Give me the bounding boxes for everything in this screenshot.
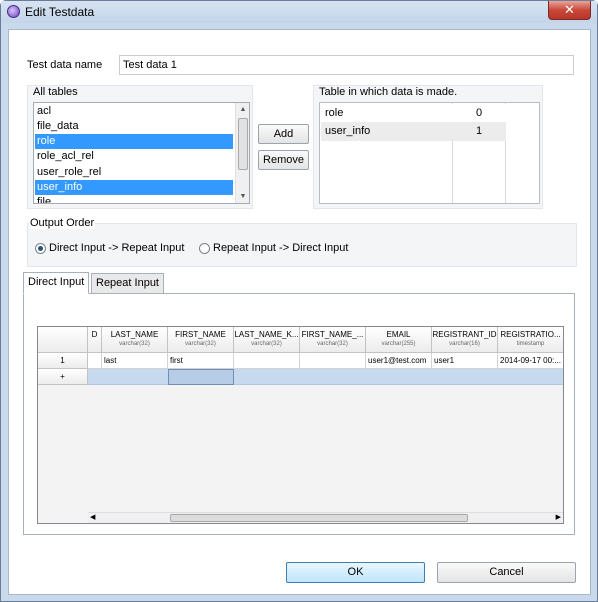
made-table-count: 1 (476, 125, 483, 137)
new-row-header[interactable]: + (38, 369, 88, 385)
scroll-left-arrow-icon[interactable]: ◀ (90, 513, 95, 521)
made-tables-grid[interactable]: role 0 user_info 1 (319, 102, 540, 204)
table-cell[interactable] (300, 353, 366, 369)
table-cell[interactable]: user1@test.com (366, 353, 432, 369)
radio-direct-first[interactable] (35, 243, 46, 254)
add-button[interactable]: Add (258, 124, 309, 144)
made-table-name: user_info (325, 125, 371, 137)
list-item-user-role-rel[interactable]: user_role_rel (35, 165, 233, 180)
new-row[interactable] (88, 369, 563, 385)
table-cell[interactable]: last (102, 353, 168, 369)
tab-repeat-input[interactable]: Repeat Input (91, 273, 164, 293)
test-data-name-input[interactable]: Test data 1 (119, 55, 574, 75)
grid-corner (38, 327, 88, 353)
scroll-thumb[interactable] (238, 118, 248, 170)
data-grid[interactable]: D LAST_NAME varchar(32) FIRST_NAME varch… (37, 326, 564, 524)
table-cell[interactable]: first (168, 353, 234, 369)
grid-horizontal-scrollbar[interactable]: ◀ ▶ (88, 512, 563, 523)
column-header[interactable]: FIRST_NAME_... varchar(32) (300, 327, 366, 353)
horizontal-scroll-thumb[interactable] (170, 514, 468, 522)
table-cell[interactable] (234, 353, 300, 369)
list-item-acl[interactable]: acl (35, 104, 233, 119)
column-header[interactable]: REGISTRANT_ID varchar(16) (432, 327, 498, 353)
column-header[interactable]: FIRST_NAME varchar(32) (168, 327, 234, 353)
tab-direct-input[interactable]: Direct Input (23, 272, 90, 294)
column-header[interactable]: REGISTRATIO... timestamp (498, 327, 563, 353)
edit-testdata-window: Edit Testdata ✕ Test data name Test data… (0, 0, 598, 602)
radio-direct-first-label[interactable]: Direct Input -> Repeat Input (49, 242, 184, 254)
column-header[interactable]: LAST_NAME varchar(32) (102, 327, 168, 353)
made-tables-label: Table in which data is made. (319, 86, 458, 98)
ok-button[interactable]: OK (286, 562, 425, 583)
made-table-count: 0 (476, 107, 483, 119)
scroll-right-arrow-icon[interactable]: ▶ (556, 513, 561, 521)
table-cell[interactable]: user1 (432, 353, 498, 369)
app-icon (7, 5, 20, 18)
remove-button[interactable]: Remove (258, 150, 309, 170)
column-header[interactable]: D (88, 327, 102, 353)
title-bar: Edit Testdata ✕ (1, 1, 597, 23)
all-tables-label: All tables (33, 86, 78, 98)
list-item-user-info[interactable]: user_info (35, 180, 233, 195)
made-table-name: role (325, 107, 344, 119)
window-title: Edit Testdata (25, 5, 95, 19)
list-item-role-acl-rel[interactable]: role_acl_rel (35, 149, 233, 164)
made-table-row[interactable]: user_info 1 (321, 122, 506, 141)
table-cell[interactable]: 2014-09-17 00:... (498, 353, 563, 369)
table-cell[interactable] (88, 353, 102, 369)
column-header[interactable]: LAST_NAME_K... varchar(32) (234, 327, 300, 353)
selected-cell[interactable] (168, 369, 234, 385)
list-item-file-data[interactable]: file_data (35, 119, 233, 134)
list-item-file[interactable]: file (35, 195, 233, 203)
column-header[interactable]: EMAIL varchar(255) (366, 327, 432, 353)
scroll-up-arrow-icon[interactable]: ▲ (236, 103, 249, 116)
scroll-down-arrow-icon[interactable]: ▼ (236, 190, 249, 203)
radio-repeat-first[interactable] (199, 243, 210, 254)
list-scrollbar[interactable]: ▲ ▼ (235, 103, 249, 203)
dialog-body: Test data name Test data 1 All tables ac… (8, 29, 591, 595)
cancel-button[interactable]: Cancel (437, 562, 576, 583)
tab-panel-direct-input: D LAST_NAME varchar(32) FIRST_NAME varch… (23, 293, 575, 535)
list-item-role[interactable]: role (35, 134, 233, 149)
radio-repeat-first-label[interactable]: Repeat Input -> Direct Input (213, 242, 348, 254)
made-table-row[interactable]: role 0 (321, 104, 506, 123)
row-header[interactable]: 1 (38, 353, 88, 369)
output-order-label: Output Order (29, 217, 96, 229)
close-button[interactable]: ✕ (548, 1, 591, 20)
all-tables-list[interactable]: acl file_data role role_acl_rel user_rol… (33, 102, 250, 204)
test-data-name-label: Test data name (27, 59, 103, 71)
